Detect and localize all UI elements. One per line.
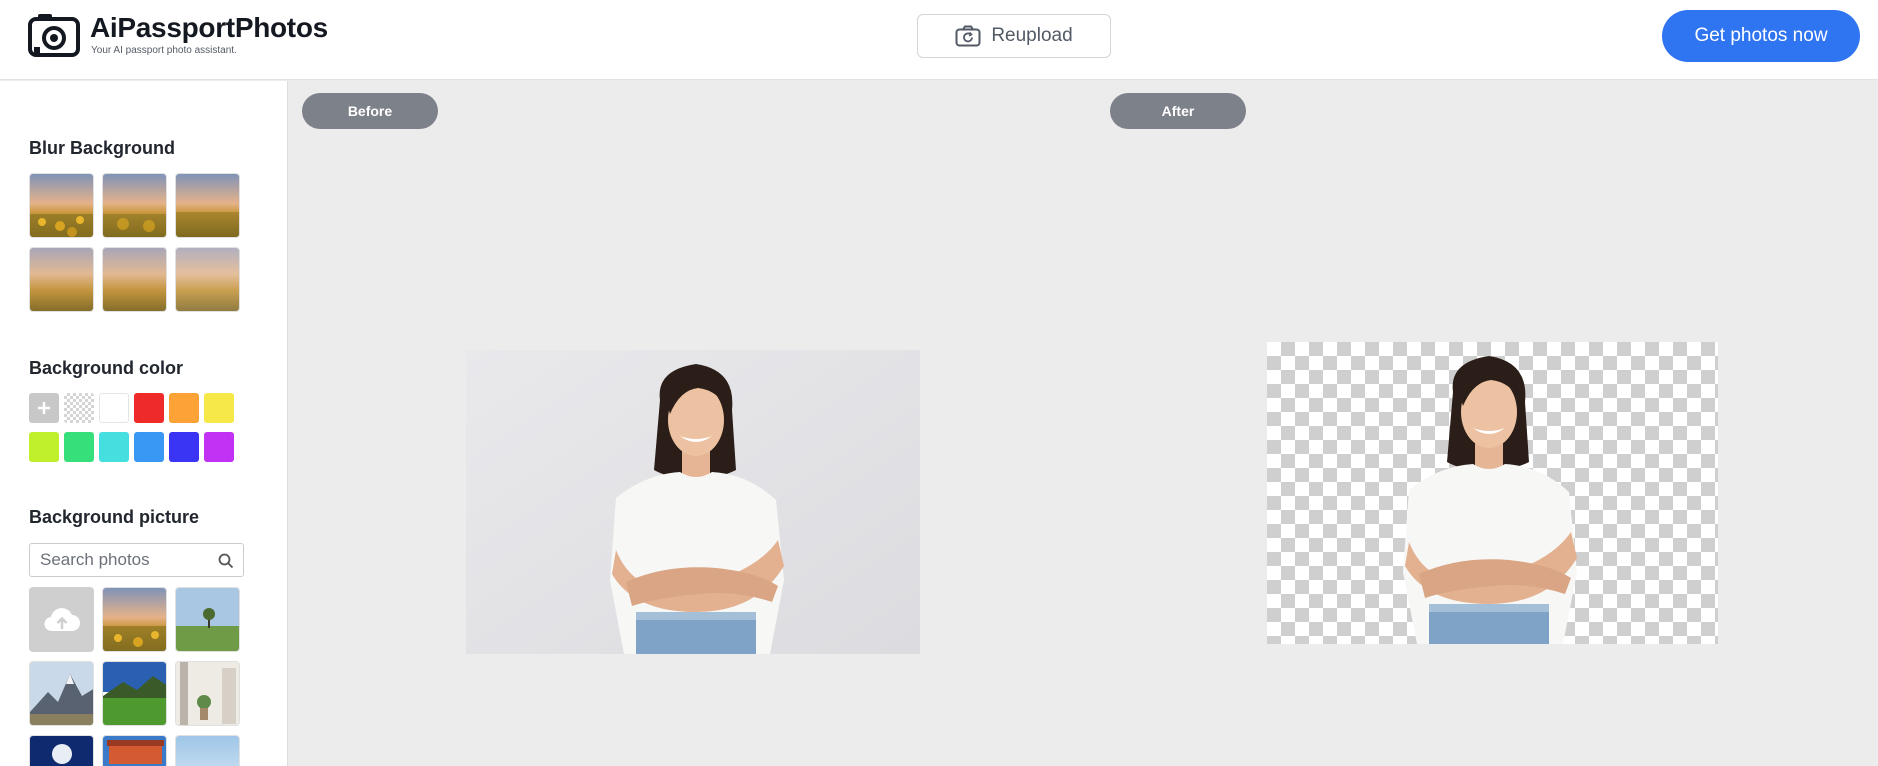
blur-option-0[interactable] [29,173,94,238]
orange-color-swatch[interactable] [169,393,199,423]
picture-green-hills[interactable] [102,661,167,726]
picture-sky[interactable] [175,735,240,766]
photo-search-box [29,543,244,577]
purple-color-swatch[interactable] [204,432,234,462]
camera-refresh-icon [955,25,981,47]
green-hills-thumb [103,662,166,725]
white-color-swatch[interactable] [99,393,129,423]
brand-tagline: Your AI passport photo assistant. [91,45,237,56]
red-color-swatch[interactable] [134,393,164,423]
after-toggle[interactable]: After [1110,93,1246,129]
woman-portrait-original [466,350,920,654]
blur-option-5[interactable] [175,247,240,312]
building-thumb [103,736,166,766]
green-color-swatch[interactable] [64,432,94,462]
plus-icon [38,402,50,414]
blur-option-2[interactable] [175,173,240,238]
picture-lone-tree[interactable] [175,587,240,652]
sunset-field-thumb [176,248,239,311]
blue-color-swatch[interactable] [134,432,164,462]
moon-night-thumb [30,736,93,766]
blur-background-title: Blur Background [29,138,176,158]
before-photo [466,350,920,654]
blur-option-4[interactable] [102,247,167,312]
picture-mountain-peak[interactable] [29,661,94,726]
picture-white-room[interactable] [175,661,240,726]
sunset-field-thumb [30,248,93,311]
sunset-field-thumb [103,248,166,311]
upload-picture-button[interactable] [29,587,94,652]
get-photos-button[interactable]: Get photos now [1662,10,1860,62]
reupload-label: Reupload [991,25,1073,46]
after-photo [1267,342,1718,644]
camera-logo-icon [28,14,80,57]
sky-thumb [176,736,239,766]
app-header: AiPassportPhotos Your AI passport photo … [0,0,1878,80]
search-icon[interactable] [218,553,234,569]
transparent-color-swatch[interactable] [64,393,94,423]
cyan-color-swatch[interactable] [99,432,129,462]
blur-option-1[interactable] [102,173,167,238]
background-color-title: Background color [29,358,184,378]
woman-portrait-cutout [1403,356,1577,644]
background-picture-title: Background picture [29,507,200,527]
lone-tree-thumb [176,588,239,651]
yellow-color-swatch[interactable] [204,393,234,423]
reupload-button[interactable]: Reupload [917,14,1111,58]
picture-building[interactable] [102,735,167,766]
brand-name: AiPassportPhotos [90,12,328,43]
mountain-peak-thumb [30,662,93,725]
blur-option-3[interactable] [29,247,94,312]
before-toggle[interactable]: Before [302,93,438,129]
white-room-thumb [176,662,239,725]
indigo-color-swatch[interactable] [169,432,199,462]
sidebar: Blur Background Background color Backgro… [0,81,288,766]
sunset-field-thumb [30,174,93,237]
sunset-field-thumb [103,588,166,651]
add-color-swatch[interactable] [29,393,59,423]
sunset-field-thumb [103,174,166,237]
picture-moon-night[interactable] [29,735,94,766]
cloud-upload-icon [43,607,80,631]
lime-color-swatch[interactable] [29,432,59,462]
sunset-field-thumb [176,174,239,237]
search-input[interactable] [40,544,210,576]
picture-sunset-field[interactable] [102,587,167,652]
